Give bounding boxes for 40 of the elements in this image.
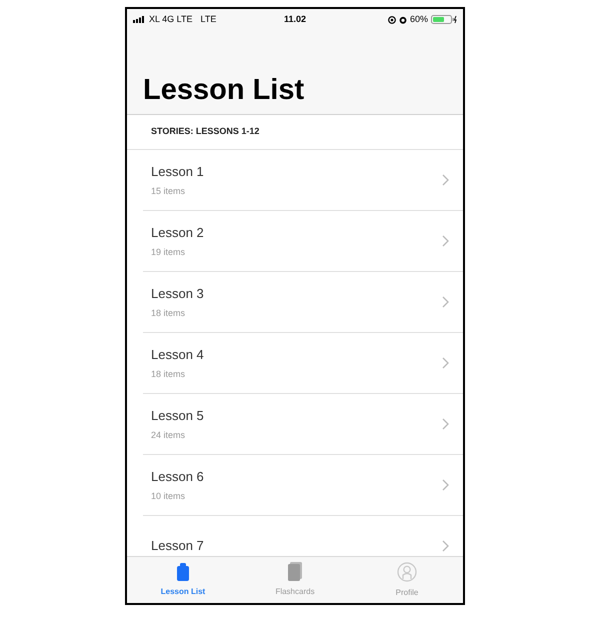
battery-percent: 60% xyxy=(410,12,428,26)
chevron-right-icon xyxy=(442,174,449,186)
rotation-lock-icon xyxy=(388,16,396,24)
chevron-right-icon xyxy=(442,235,449,247)
lesson-row[interactable]: Lesson 6 10 items xyxy=(143,455,463,516)
lesson-title: Lesson 7 xyxy=(151,537,205,556)
lesson-title: Lesson 5 xyxy=(151,407,205,425)
tab-bar-item[interactable]: Lesson List xyxy=(127,557,239,603)
lesson-item-count: 24 items xyxy=(151,428,186,442)
carrier-label: XL 4G LTE xyxy=(149,12,193,26)
chevron-right-icon xyxy=(442,296,449,308)
lesson-title: Lesson 6 xyxy=(151,468,205,486)
status-time: 11.02 xyxy=(284,12,306,26)
lesson-item-count: 19 items xyxy=(151,246,186,258)
lesson-item-count: 18 items xyxy=(151,368,186,380)
network-label: LTE xyxy=(200,12,216,26)
lesson-row[interactable]: Lesson 2 19 items xyxy=(143,211,463,272)
signal-icon xyxy=(133,16,146,23)
chevron-right-icon xyxy=(442,540,449,552)
cards-icon xyxy=(288,562,302,581)
lesson-item-count: 18 items xyxy=(151,306,186,320)
lesson-item-count: 10 items xyxy=(151,490,186,502)
section-header: STORIES: LESSONS 1-12 xyxy=(151,125,260,138)
clipboard-icon xyxy=(177,562,189,580)
alarm-icon xyxy=(398,16,407,24)
lesson-row[interactable]: Lesson 1 15 items xyxy=(143,150,463,211)
lesson-title: Lesson 2 xyxy=(151,224,205,242)
chevron-right-icon xyxy=(442,357,449,369)
lesson-title: Lesson 4 xyxy=(151,346,205,364)
page-title: Lesson List xyxy=(143,76,304,105)
lesson-title: Lesson 1 xyxy=(151,163,205,181)
lesson-row[interactable]: Lesson 5 24 items xyxy=(143,394,463,455)
lesson-row[interactable]: Lesson 3 18 items xyxy=(143,272,463,333)
lesson-title: Lesson 3 xyxy=(151,285,205,303)
chevron-right-icon xyxy=(442,479,449,491)
lesson-row[interactable]: Lesson 4 18 items xyxy=(143,333,463,394)
chevron-right-icon xyxy=(442,418,449,430)
profile-icon xyxy=(397,562,417,582)
lesson-item-count: 15 items xyxy=(151,184,186,198)
battery-icon xyxy=(431,15,457,24)
